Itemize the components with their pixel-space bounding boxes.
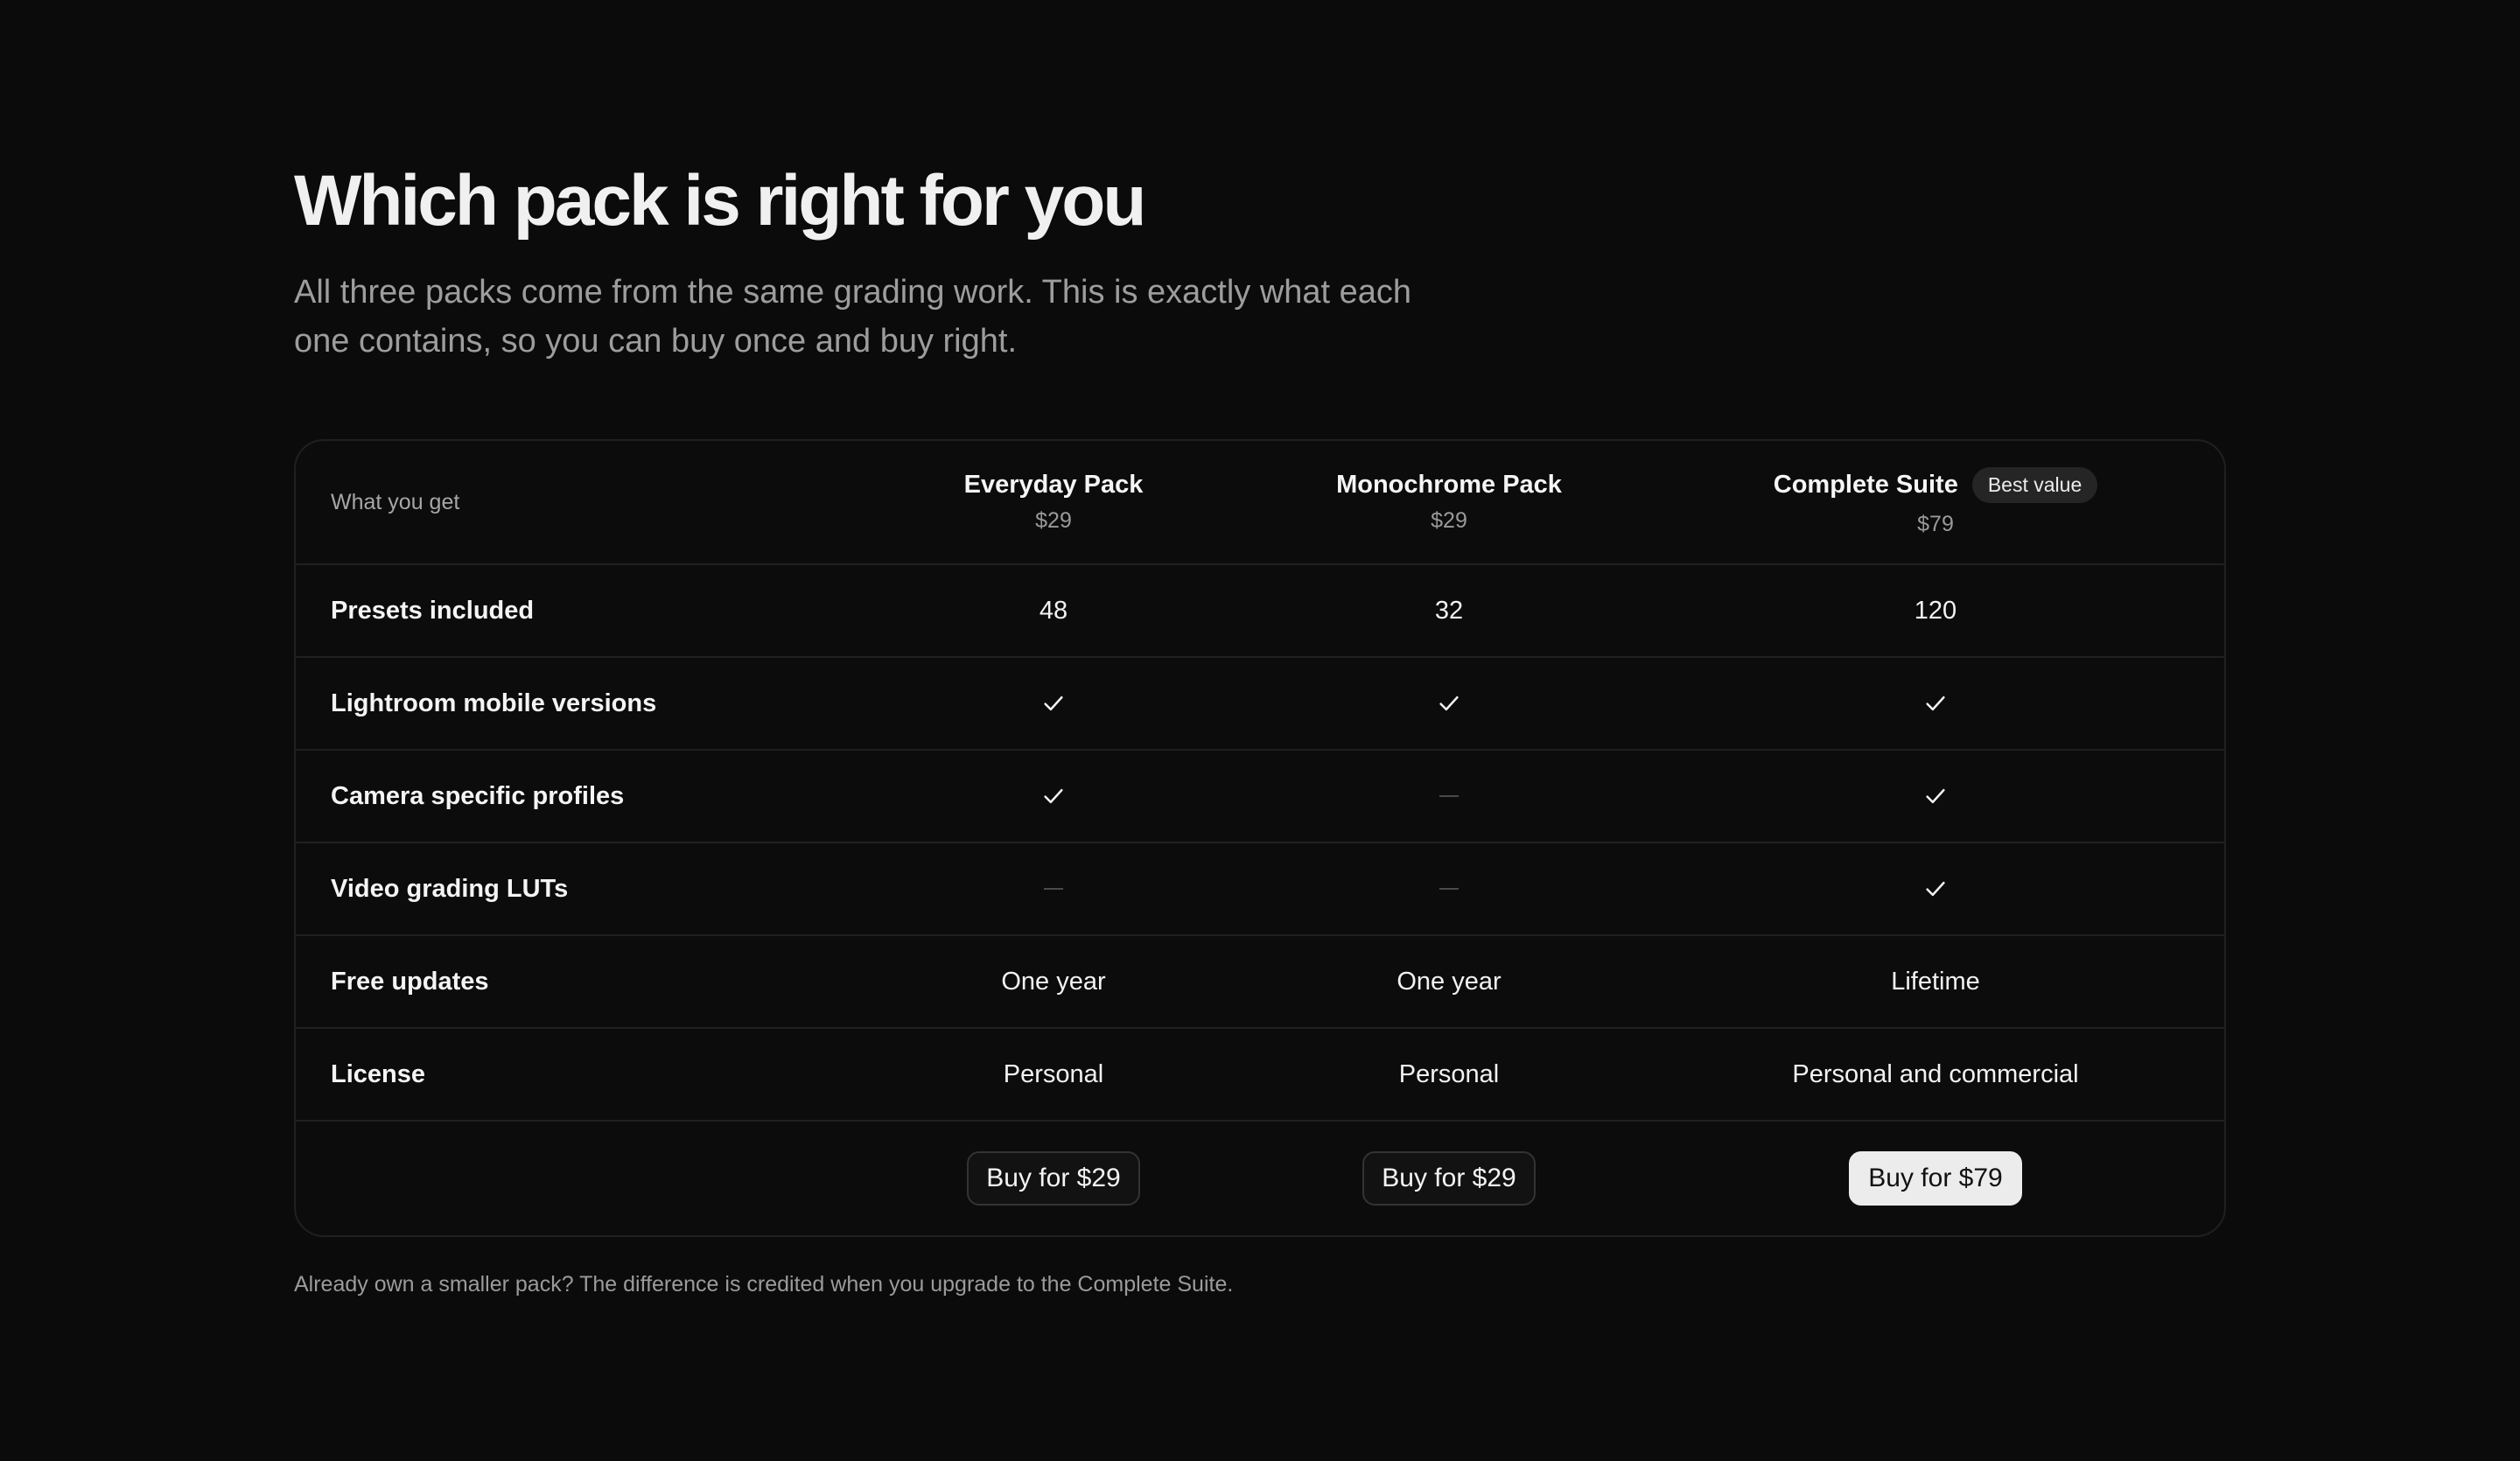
feature-value (1647, 751, 2224, 842)
table-row: Camera specific profiles (296, 751, 2224, 843)
feature-label: Video grading LUTs (331, 874, 569, 903)
footnote: Already own a smaller pack? The differen… (294, 1272, 1234, 1297)
plan-name: Monochrome Pack (1336, 471, 1562, 499)
dash-icon (1439, 795, 1459, 797)
page-subtitle: All three packs come from the same gradi… (294, 274, 1412, 360)
dash-icon (1044, 888, 1063, 890)
dash-icon (1439, 888, 1459, 890)
feature-value: One year (1001, 967, 1106, 996)
table-row: Presets included 48 32 120 (296, 565, 2224, 658)
page-title: Which pack is right for you (294, 161, 1146, 241)
plan-header-everyday: Everyday Pack $29 (856, 441, 1251, 563)
plan-price: $29 (1431, 508, 1467, 533)
plan-header-complete: Complete Suite Best value $79 (1647, 441, 2224, 563)
best-value-badge: Best value (1971, 467, 2098, 503)
feature-value (1251, 658, 1647, 749)
comparison-table: What you get Everyday Pack $29 Monochrom… (294, 439, 2226, 1237)
corner-label: What you get (331, 489, 460, 514)
table-action-row: Buy for $29 Buy for $29 Buy for $79 (296, 1122, 2224, 1235)
check-icon (1040, 690, 1067, 717)
feature-value: Personal (1398, 1059, 1500, 1088)
page: Which pack is right for you All three pa… (294, 154, 2226, 1297)
feature-value: Lifetime (1891, 967, 1980, 996)
feature-value: Personal (1003, 1059, 1104, 1088)
feature-label: Lightroom mobile versions (331, 689, 657, 717)
table-row: Free updates One year One year Lifetime (296, 936, 2224, 1029)
check-icon (1922, 783, 1949, 809)
plan-name: Everyday Pack (963, 471, 1144, 499)
table-header-row: What you get Everyday Pack $29 Monochrom… (296, 441, 2224, 565)
feature-value (856, 843, 1251, 934)
buy-complete-button[interactable]: Buy for $79 (1849, 1151, 2022, 1206)
plan-price: $29 (1035, 508, 1072, 533)
feature-label: Free updates (331, 967, 489, 996)
feature-value (1251, 843, 1647, 934)
feature-label: License (331, 1059, 425, 1088)
feature-value: Personal and commercial (1792, 1059, 2079, 1088)
buy-monochrome-button[interactable]: Buy for $29 (1362, 1151, 1536, 1206)
feature-value: 120 (1914, 596, 1957, 625)
check-icon (1436, 690, 1462, 717)
feature-value (1647, 843, 2224, 934)
table-row: License Personal Personal Personal and comm… (296, 1029, 2224, 1122)
table-row: Lightroom mobile versions (296, 658, 2224, 751)
buy-everyday-button[interactable]: Buy for $29 (967, 1151, 1140, 1206)
feature-value (856, 658, 1251, 749)
check-icon (1922, 876, 1949, 902)
check-icon (1040, 783, 1067, 809)
feature-label: Camera specific profiles (331, 781, 625, 810)
feature-label: Presets included (331, 596, 535, 625)
feature-value (856, 751, 1251, 842)
feature-value: One year (1396, 967, 1502, 996)
plan-price: $79 (1917, 512, 1954, 536)
plan-header-monochrome: Monochrome Pack $29 (1251, 441, 1647, 563)
feature-value: 48 (1039, 596, 1068, 625)
feature-value: 32 (1434, 596, 1464, 625)
plan-name: Complete Suite (1773, 471, 1958, 499)
feature-value (1251, 751, 1647, 842)
table-row: Video grading LUTs (296, 843, 2224, 936)
check-icon (1922, 690, 1949, 717)
feature-value (1647, 658, 2224, 749)
